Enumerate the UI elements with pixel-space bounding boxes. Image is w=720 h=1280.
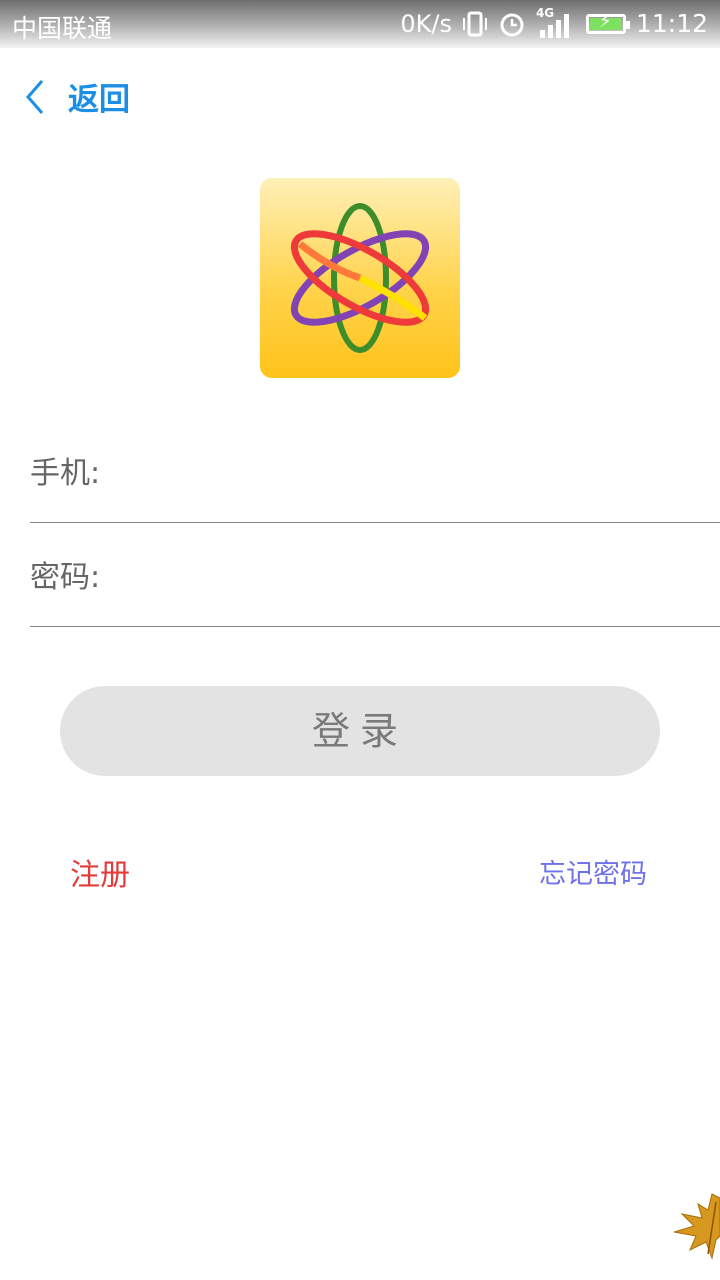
network-type: 4G (536, 6, 576, 38)
app-logo (260, 178, 460, 378)
carrier-name: 中国联通 (12, 14, 113, 43)
back-button[interactable]: 返回 (22, 74, 130, 119)
chevron-left-icon (26, 79, 44, 114)
status-icons: 0K/s 4G ⚡ 11:12 (400, 6, 708, 39)
password-label: 密码: (30, 560, 101, 595)
signal-icon (539, 13, 569, 38)
password-field: 密码: (30, 528, 720, 627)
clock: 11:12 (635, 9, 708, 38)
phone-field: 手机: (30, 424, 720, 523)
phone-input[interactable] (120, 442, 704, 494)
vibrate-icon (462, 10, 488, 38)
login-button[interactable]: 登录 (60, 686, 660, 776)
battery-charging-icon: ⚡ (585, 11, 630, 34)
phone-label: 手机: (30, 456, 101, 491)
alarm-icon (498, 10, 526, 38)
maple-leaf-icon (673, 1193, 720, 1260)
atom-orbits-icon (290, 203, 430, 353)
register-link[interactable]: 注册 (70, 850, 130, 894)
back-label: 返回 (68, 82, 130, 118)
forgot-password-link[interactable]: 忘记密码 (539, 852, 647, 891)
status-bar: 中国联通 0K/s 4G ⚡ 11:12 (0, 0, 720, 48)
password-input[interactable] (120, 546, 704, 598)
net-speed: 0K/s (400, 9, 452, 38)
